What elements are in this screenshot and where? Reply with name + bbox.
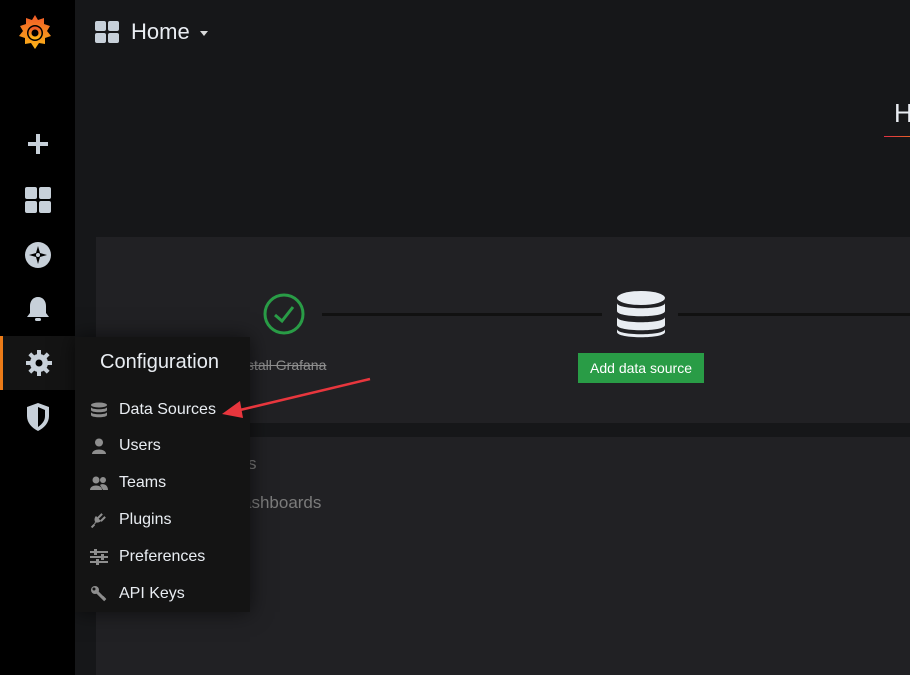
grafana-logo-icon[interactable] — [15, 12, 55, 52]
database-icon — [615, 290, 667, 345]
menu-item-users[interactable]: Users — [75, 431, 250, 461]
menu-item-label: Teams — [119, 474, 167, 491]
step-install-grafana-label: stall Grafana — [247, 357, 327, 373]
dashboards-grid-icon[interactable] — [0, 173, 75, 227]
alerting-bell-icon[interactable] — [0, 282, 75, 336]
sidebar — [0, 0, 75, 675]
explore-compass-icon[interactable] — [0, 228, 75, 282]
menu-item-api-keys[interactable]: API Keys — [75, 579, 250, 609]
page-heading: H — [894, 98, 910, 128]
dashboard-grid-icon — [95, 21, 119, 48]
menu-item-label: Data Sources — [119, 401, 216, 418]
menu-item-plugins[interactable]: Plugins — [75, 505, 250, 535]
user-icon — [89, 436, 109, 456]
menu-item-data-sources[interactable]: Data Sources — [75, 395, 250, 425]
sliders-icon — [89, 547, 109, 567]
dashboard-title: Home — [131, 19, 190, 44]
caret-down-icon — [199, 31, 208, 36]
faded-text: ashboards — [242, 493, 322, 512]
database-icon — [89, 400, 109, 420]
topbar: Home — [75, 0, 910, 64]
configuration-menu-title: Configuration — [100, 351, 219, 373]
menu-item-label: Users — [119, 437, 161, 454]
plug-icon — [89, 510, 109, 530]
menu-item-label: Plugins — [119, 511, 172, 528]
key-icon — [89, 584, 109, 604]
shield-icon[interactable] — [0, 390, 75, 444]
users-icon — [89, 473, 109, 493]
step-connector — [678, 313, 910, 316]
menu-item-teams[interactable]: Teams — [75, 468, 250, 498]
menu-item-label: API Keys — [119, 585, 185, 602]
heading-underline — [884, 136, 910, 137]
dashboard-picker[interactable]: Home — [131, 19, 208, 45]
configuration-gear-icon[interactable] — [0, 336, 75, 390]
configuration-menu: Configuration Data Sources Users Teams P… — [75, 337, 250, 612]
check-circle-icon — [262, 292, 306, 341]
step-connector — [322, 313, 602, 316]
menu-item-preferences[interactable]: Preferences — [75, 542, 250, 572]
menu-item-label: Preferences — [119, 548, 206, 565]
configuration-menu-header[interactable]: Configuration — [75, 337, 250, 389]
create-plus-icon[interactable] — [0, 117, 75, 171]
add-data-source-button[interactable]: Add data source — [578, 353, 704, 383]
